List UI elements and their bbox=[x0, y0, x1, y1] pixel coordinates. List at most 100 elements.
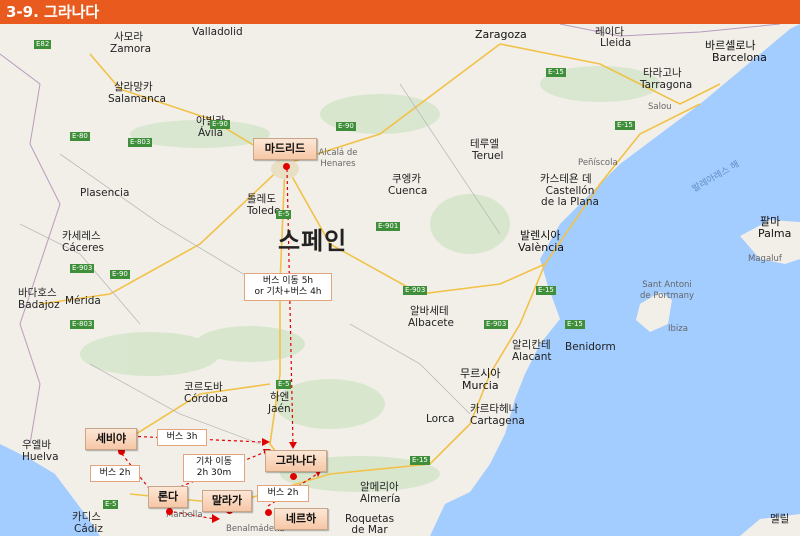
label-valladolid: Valladolid bbox=[192, 26, 243, 38]
label-toledo-ko: 톨레도 bbox=[247, 193, 276, 205]
label-almeria-ko: 알메리아 bbox=[360, 481, 399, 493]
road-shield: E-90 bbox=[210, 120, 230, 129]
road-shield: E-15 bbox=[546, 68, 566, 77]
label-caceres: Cáceres bbox=[62, 242, 105, 254]
road-shield: E-15 bbox=[615, 121, 635, 130]
label-zamora-ko: 사모라 bbox=[114, 31, 143, 43]
label-country: 스페인 bbox=[278, 227, 348, 255]
road-shield: E-903 bbox=[403, 286, 428, 295]
arrow-ronda-malaga bbox=[212, 514, 220, 523]
label-albacete-ko: 알바세테 bbox=[410, 305, 449, 317]
label-ibiza: Ibiza bbox=[668, 324, 688, 334]
label-zamora: Zamora bbox=[110, 43, 152, 55]
arrow-madrid-granada bbox=[289, 442, 297, 449]
label-cadiz-ko: 카디스 bbox=[72, 511, 101, 523]
route-note-sevilla-granada: 버스 3h bbox=[157, 429, 207, 446]
label-cordoba: Córdoba bbox=[184, 393, 229, 405]
road-shield: E-803 bbox=[70, 320, 95, 329]
label-cuenca-ko: 쿠엥카 bbox=[392, 173, 421, 185]
label-caceres-ko: 카세레스 bbox=[62, 230, 101, 242]
destination-malaga[interactable]: 말라가 bbox=[202, 490, 252, 512]
road-shield: E-90 bbox=[336, 122, 356, 131]
label-castellon-ko: 카스테욘 데 bbox=[540, 173, 592, 185]
label-magaluf: Magaluf bbox=[748, 254, 782, 264]
label-zaragoza: Zaragoza bbox=[475, 28, 527, 41]
destination-sevilla[interactable]: 세비야 bbox=[85, 428, 137, 450]
road-shield: E-803 bbox=[128, 138, 153, 147]
label-avila: Ávila bbox=[198, 127, 224, 139]
label-cuenca: Cuenca bbox=[388, 185, 428, 197]
label-salamanca-ko: 살라망카 bbox=[114, 81, 153, 93]
route-note-ronda-granada: 기차 이동 2h 30m bbox=[183, 454, 245, 482]
road-shield: E-15 bbox=[536, 286, 556, 295]
label-jaen: Jaén bbox=[268, 403, 291, 415]
marker-ronda[interactable] bbox=[166, 508, 173, 515]
road-shield: E-15 bbox=[410, 456, 430, 465]
label-albacete: Albacete bbox=[408, 317, 455, 329]
route-note-madrid-granada: 버스 이동 5h or 기차+버스 4h bbox=[244, 273, 332, 301]
road-shield: E-80 bbox=[70, 132, 90, 141]
label-murcia-ko: 무르시아 bbox=[460, 367, 501, 380]
marker-nerja[interactable] bbox=[265, 509, 272, 516]
destination-madrid[interactable]: 마드리드 bbox=[253, 138, 317, 160]
road-shield: E-5 bbox=[103, 500, 119, 509]
label-roquetas: Roquetas de Mar bbox=[345, 513, 395, 536]
label-peniscola: Peñíscola bbox=[578, 158, 618, 168]
label-valencia-ko: 발렌시아 bbox=[520, 229, 561, 242]
road-shield: E-5 bbox=[276, 210, 292, 219]
label-tarragona-ko: 타라고나 bbox=[643, 67, 682, 79]
label-almeria: Almería bbox=[360, 493, 401, 505]
label-cartagena-ko: 카르타헤나 bbox=[470, 403, 519, 415]
label-salou: Salou bbox=[648, 102, 672, 112]
route-note-sevilla-ronda: 버스 2h bbox=[90, 465, 140, 482]
label-palma: Palma bbox=[758, 227, 792, 240]
label-teruel: Teruel bbox=[472, 150, 504, 162]
route-note-malaga-granada: 버스 2h bbox=[257, 485, 309, 502]
destination-granada[interactable]: 그라나다 bbox=[265, 450, 327, 472]
label-alicante: Alacant bbox=[512, 351, 552, 363]
label-barcelona-ko: 바르셀로나 bbox=[705, 39, 756, 52]
label-plasencia: Plasencia bbox=[80, 187, 130, 199]
label-alcala: Alcalá de Henares bbox=[318, 148, 358, 169]
label-palma-ko: 팔마 bbox=[760, 215, 781, 228]
relief-8 bbox=[195, 326, 305, 362]
road-shield: E-903 bbox=[70, 264, 95, 273]
road-shield: E-15 bbox=[565, 320, 585, 329]
label-castellon: Castellón de la Plana bbox=[541, 185, 599, 208]
label-jaen-ko: 하엔 bbox=[270, 391, 290, 403]
road-shield: E-903 bbox=[484, 320, 509, 329]
slide-title: 3-9. 그라나다 bbox=[0, 0, 800, 24]
road-shield: E-5 bbox=[276, 380, 292, 389]
label-cadiz: Cádiz bbox=[74, 523, 103, 535]
label-alicante-ko: 알리칸테 bbox=[512, 339, 551, 351]
label-merida: Mérida bbox=[65, 295, 101, 307]
marker-madrid[interactable] bbox=[283, 163, 290, 170]
marker-granada[interactable] bbox=[290, 473, 297, 480]
label-barcelona: Barcelona bbox=[712, 51, 767, 64]
label-huelva: Huelva bbox=[22, 451, 59, 463]
label-valencia: València bbox=[518, 241, 565, 254]
label-murcia: Murcia bbox=[462, 379, 499, 392]
map[interactable]: Zaragoza 레이다 Lleida 바르셀로나 Barcelona 타라고나… bbox=[0, 24, 800, 536]
road-shield: E82 bbox=[34, 40, 52, 49]
road-shield: E-90 bbox=[110, 270, 130, 279]
france-border bbox=[559, 24, 781, 37]
label-badajoz-ko: 바다호스 bbox=[18, 287, 57, 299]
arrow-sevilla-granada bbox=[262, 438, 270, 446]
road-shield: E-901 bbox=[376, 222, 401, 231]
relief-6 bbox=[430, 194, 510, 254]
label-salamanca: Salamanca bbox=[108, 93, 166, 105]
label-lleida: Lleida bbox=[600, 37, 632, 49]
destination-ronda[interactable]: 론다 bbox=[148, 486, 188, 508]
label-tarragona: Tarragona bbox=[640, 79, 693, 91]
portugal-border bbox=[0, 53, 61, 445]
label-santantoni: Sant Antoni de Portmany bbox=[640, 280, 695, 301]
label-badajoz: Badajoz bbox=[18, 299, 60, 311]
label-benidorm: Benidorm bbox=[565, 341, 616, 353]
label-huelva-ko: 우엘바 bbox=[22, 439, 51, 451]
label-cartagena: Cartagena bbox=[470, 415, 525, 427]
label-cordoba-ko: 코르도바 bbox=[184, 381, 223, 393]
label-teruel-ko: 테루엘 bbox=[470, 138, 499, 150]
label-melilla: 멜릴 bbox=[770, 513, 790, 525]
destination-nerja[interactable]: 네르하 bbox=[274, 508, 328, 530]
